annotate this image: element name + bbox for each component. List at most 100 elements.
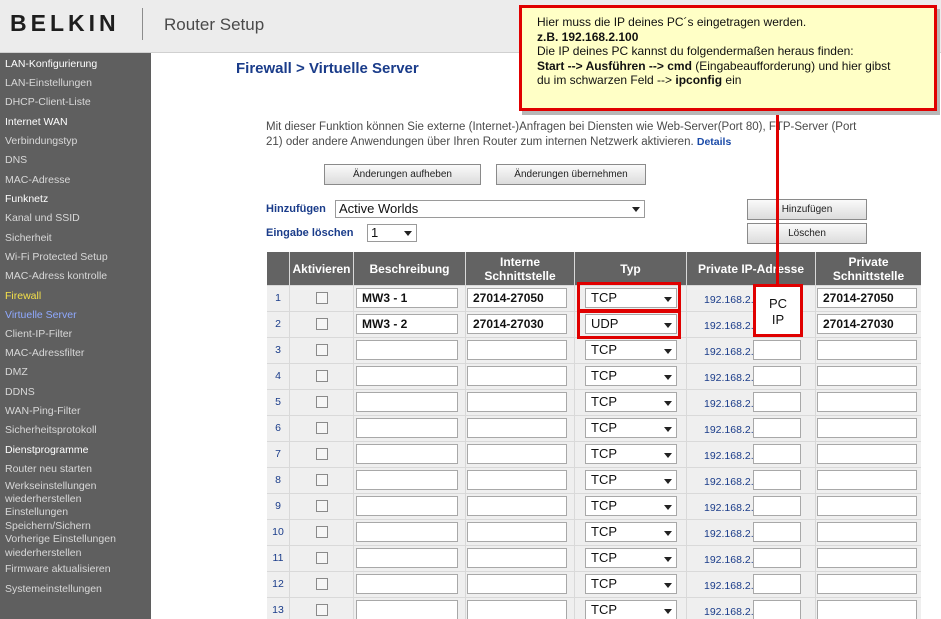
sidebar-item[interactable]: Speichern/Sichern [5, 520, 91, 532]
sidebar-item[interactable]: Client-IP-Filter [5, 328, 72, 340]
ip-last-octet-input[interactable] [753, 600, 801, 619]
activate-checkbox[interactable] [316, 292, 328, 304]
type-select[interactable]: TCP [585, 496, 677, 516]
activate-checkbox[interactable] [316, 448, 328, 460]
activate-checkbox[interactable] [316, 396, 328, 408]
activate-checkbox[interactable] [316, 526, 328, 538]
type-select[interactable]: TCP [585, 340, 677, 360]
private-port-input[interactable] [817, 366, 917, 386]
internal-port-input[interactable]: 27014-27050 [467, 288, 567, 308]
type-select[interactable]: TCP [585, 574, 677, 594]
ip-last-octet-input[interactable] [753, 340, 801, 360]
clear-changes-button[interactable]: Änderungen aufheben [324, 164, 481, 185]
description-input[interactable] [356, 496, 458, 516]
type-select[interactable]: TCP [585, 470, 677, 490]
internal-port-input[interactable] [467, 340, 567, 360]
sidebar-item[interactable]: Sicherheit [5, 232, 52, 244]
internal-port-input[interactable] [467, 418, 567, 438]
sidebar-item[interactable]: Kanal und SSID [5, 212, 80, 224]
type-select[interactable]: TCP [585, 548, 677, 568]
description-input[interactable]: MW3 - 2 [356, 314, 458, 334]
ip-last-octet-input[interactable] [753, 574, 801, 594]
activate-checkbox[interactable] [316, 344, 328, 356]
type-select[interactable]: TCP [585, 522, 677, 542]
internal-port-input[interactable] [467, 444, 567, 464]
description-input[interactable] [356, 444, 458, 464]
sidebar-item[interactable]: DHCP-Client-Liste [5, 96, 91, 108]
sidebar-item[interactable]: LAN-Einstellungen [5, 77, 92, 89]
activate-checkbox[interactable] [316, 318, 328, 330]
sidebar-item[interactable]: MAC-Adress kontrolle [5, 270, 107, 282]
sidebar-item[interactable]: Systemeinstellungen [5, 583, 102, 595]
internal-port-input[interactable] [467, 392, 567, 412]
private-port-input[interactable] [817, 470, 917, 490]
sidebar-item[interactable]: Firmware aktualisieren [5, 563, 111, 575]
type-select[interactable]: TCP [585, 418, 677, 438]
sidebar-item[interactable]: wiederherstellen [5, 547, 81, 559]
type-select[interactable]: TCP [585, 444, 677, 464]
private-port-input[interactable] [817, 548, 917, 568]
description-input[interactable] [356, 470, 458, 490]
internal-port-input[interactable] [467, 470, 567, 490]
description-input[interactable] [356, 340, 458, 360]
add-service-select[interactable]: Active Worlds [335, 200, 645, 218]
description-input[interactable] [356, 600, 458, 619]
sidebar-item[interactable]: MAC-Adresse [5, 174, 70, 186]
activate-checkbox[interactable] [316, 474, 328, 486]
ip-last-octet-input[interactable] [753, 522, 801, 542]
ip-last-octet-input[interactable] [753, 470, 801, 490]
type-select[interactable]: TCP [585, 392, 677, 412]
description-input[interactable] [356, 548, 458, 568]
internal-port-input[interactable] [467, 496, 567, 516]
sidebar-item[interactable]: DDNS [5, 386, 35, 398]
private-port-input[interactable] [817, 574, 917, 594]
sidebar-item[interactable]: Einstellungen [5, 506, 68, 518]
internal-port-input[interactable] [467, 574, 567, 594]
private-port-input[interactable] [817, 496, 917, 516]
private-port-input[interactable] [817, 340, 917, 360]
sidebar-item[interactable]: Sicherheitsprotokoll [5, 424, 97, 436]
ip-last-octet-input[interactable] [753, 444, 801, 464]
description-input[interactable]: MW3 - 1 [356, 288, 458, 308]
sidebar-item[interactable]: DMZ [5, 366, 28, 378]
description-input[interactable] [356, 418, 458, 438]
type-select[interactable]: TCP [585, 600, 677, 619]
sidebar-item[interactable]: Verbindungstyp [5, 135, 77, 147]
ip-last-octet-input[interactable] [753, 418, 801, 438]
sidebar-item[interactable]: Virtuelle Server [5, 309, 77, 321]
activate-checkbox[interactable] [316, 422, 328, 434]
private-port-input[interactable] [817, 522, 917, 542]
private-port-input[interactable]: 27014-27050 [817, 288, 917, 308]
private-port-input[interactable] [817, 418, 917, 438]
sidebar-item[interactable]: MAC-Adressfilter [5, 347, 84, 359]
activate-checkbox[interactable] [316, 604, 328, 616]
delete-button[interactable]: Löschen [747, 223, 867, 244]
type-select[interactable]: TCP [585, 366, 677, 386]
delete-entry-select[interactable]: 1 [367, 224, 417, 242]
details-link[interactable]: Details [697, 136, 731, 148]
sidebar-item[interactable]: Wi-Fi Protected Setup [5, 251, 108, 263]
sidebar-item[interactable]: WAN-Ping-Filter [5, 405, 80, 417]
internal-port-input[interactable] [467, 366, 567, 386]
add-button[interactable]: Hinzufügen [747, 199, 867, 220]
activate-checkbox[interactable] [316, 552, 328, 564]
internal-port-input[interactable] [467, 548, 567, 568]
internal-port-input[interactable] [467, 522, 567, 542]
apply-changes-button[interactable]: Änderungen übernehmen [496, 164, 646, 185]
ip-last-octet-input[interactable] [753, 392, 801, 412]
ip-last-octet-input[interactable] [753, 548, 801, 568]
sidebar-item[interactable]: wiederherstellen [5, 493, 81, 505]
description-input[interactable] [356, 366, 458, 386]
sidebar-item[interactable]: Router neu starten [5, 463, 92, 475]
ip-last-octet-input[interactable] [753, 496, 801, 516]
sidebar-item[interactable]: DNS [5, 154, 27, 166]
sidebar-item[interactable]: Firewall [5, 290, 41, 302]
private-port-input[interactable] [817, 444, 917, 464]
sidebar-item[interactable]: Vorherige Einstellungen [5, 533, 116, 545]
activate-checkbox[interactable] [316, 578, 328, 590]
activate-checkbox[interactable] [316, 500, 328, 512]
internal-port-input[interactable] [467, 600, 567, 619]
description-input[interactable] [356, 574, 458, 594]
private-port-input[interactable] [817, 392, 917, 412]
activate-checkbox[interactable] [316, 370, 328, 382]
